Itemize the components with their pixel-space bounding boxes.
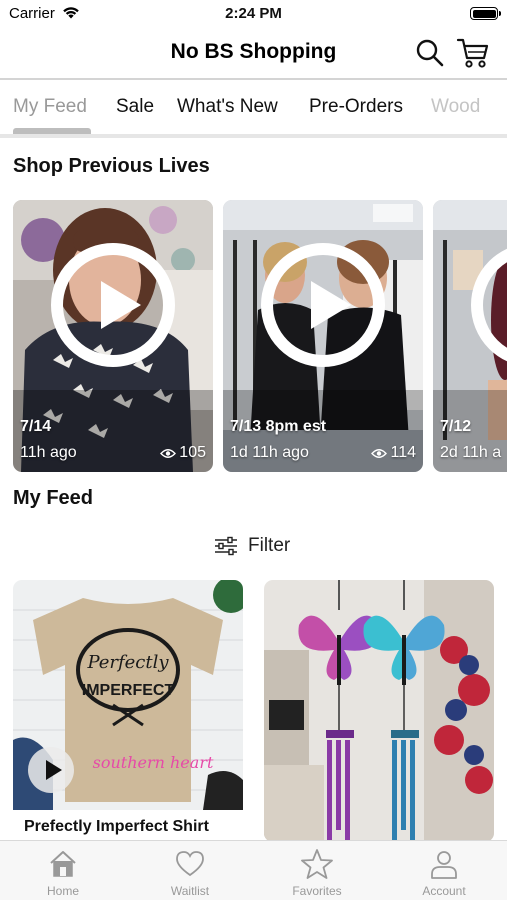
tab-account-label: Account <box>422 884 466 898</box>
clock: 2:24 PM <box>225 5 282 22</box>
tab-my-feed[interactable]: My Feed <box>13 96 87 118</box>
bottom-tab-bar: Home Waitlist Favorites Account <box>0 840 507 900</box>
tab-sale[interactable]: Sale <box>116 96 154 118</box>
my-feed-title: My Feed <box>13 487 94 509</box>
category-tabs: My Feed Sale What's New Pre-Orders Wood <box>0 80 507 136</box>
live-card[interactable]: 7/13 8pm est 1d 11h ago 114 <box>223 200 423 472</box>
live-card[interactable]: 7/12 2d 11h a <box>433 200 507 472</box>
live-views: 114 <box>371 444 416 462</box>
status-bar: Carrier 2:24 PM <box>0 0 507 28</box>
tab-favorites[interactable]: Favorites <box>254 841 380 900</box>
play-icon[interactable] <box>261 243 385 367</box>
filter-icon <box>215 536 237 556</box>
eye-icon <box>160 448 177 458</box>
product-card[interactable] <box>264 580 494 842</box>
cart-icon[interactable] <box>456 37 490 69</box>
tab-pre-orders[interactable]: Pre-Orders <box>309 96 403 118</box>
search-icon[interactable] <box>415 38 445 68</box>
account-icon <box>431 851 457 879</box>
tab-home-label: Home <box>46 884 79 898</box>
tab-account[interactable]: Account <box>381 841 507 900</box>
product-name: Prefectly Imperfect Shirt <box>24 818 209 835</box>
product-card[interactable]: Perfectly IMPERFECT southern heart Prefe… <box>13 580 243 842</box>
live-date: 7/13 8pm est <box>230 418 327 435</box>
live-date: 7/14 <box>20 418 52 435</box>
tab-favorites-label: Favorites <box>292 884 342 898</box>
play-icon[interactable] <box>51 243 175 367</box>
video-play-button[interactable] <box>28 747 74 793</box>
heart-icon <box>176 851 204 877</box>
live-view-count: 105 <box>179 444 206 461</box>
live-card[interactable]: 7/14 11h ago 105 <box>13 200 213 472</box>
live-age: 11h ago <box>20 444 77 461</box>
live-age: 2d 11h a <box>440 444 502 461</box>
battery-icon <box>470 7 501 20</box>
previous-lives-title: Shop Previous Lives <box>13 155 210 177</box>
shirt-text-line-1: Perfectly <box>86 652 169 673</box>
live-view-count: 114 <box>390 444 416 461</box>
tab-whats-new[interactable]: What's New <box>177 96 278 118</box>
tab-wood[interactable]: Wood <box>431 96 480 118</box>
tabs-divider <box>0 134 507 138</box>
tab-waitlist-label: Waitlist <box>170 884 210 898</box>
nav-bar: No BS Shopping <box>0 28 507 78</box>
live-age: 1d 11h ago <box>230 444 309 461</box>
home-icon <box>50 851 76 877</box>
live-views: 105 <box>160 444 206 462</box>
shirt-text-line-2: IMPERFECT <box>82 682 175 699</box>
star-icon <box>301 849 333 879</box>
tab-waitlist[interactable]: Waitlist <box>127 841 253 900</box>
brand-watermark: southern heart <box>93 753 214 772</box>
previous-lives-carousel[interactable]: 7/14 11h ago 105 7/13 8pm est 1d 11h ago… <box>13 200 507 472</box>
product-image <box>264 580 494 842</box>
filter-label: Filter <box>248 535 291 556</box>
live-date: 7/12 <box>440 418 472 435</box>
tab-home[interactable]: Home <box>0 841 126 900</box>
filter-button[interactable]: Filter <box>214 533 290 559</box>
eye-icon <box>371 448 388 458</box>
